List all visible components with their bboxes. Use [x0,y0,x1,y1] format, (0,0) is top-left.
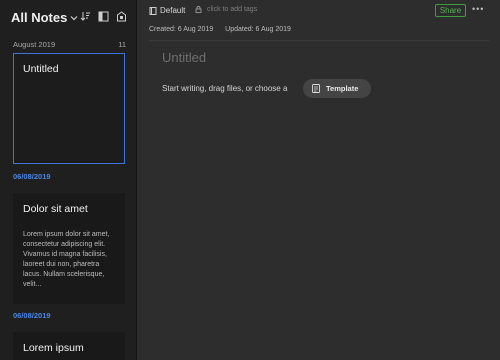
more-options-button[interactable]: ••• [472,4,484,14]
template-icon [312,84,320,93]
editor-hint: Start writing, drag files, or choose a [162,84,288,93]
note-card[interactable]: Dolor sit amet Lorem ipsum dolor sit ame… [13,193,125,304]
note-card-title: Dolor sit amet [23,203,88,215]
sidebar-title: All Notes [11,10,68,25]
notebook-name: Default [160,6,186,15]
note-card-selected[interactable]: Untitled [13,53,125,164]
note-date-label: 06/08/2019 [13,172,51,181]
editor-toolbar: Default click to add tags Share ••• [138,0,500,20]
created-date: Created: 6 Aug 2019 [149,26,214,33]
notebook-icon [149,6,157,15]
month-label: August 2019 [13,40,56,49]
note-card-snippet: Lorem ipsum dolor sit amet, consectetur … [23,231,110,288]
note-card-title: Untitled [23,63,59,75]
notes-filter-dropdown[interactable]: All Notes [11,10,78,25]
sort-icon[interactable] [80,10,91,22]
updated-date: Updated: 6 Aug 2019 [225,26,291,33]
tags-field[interactable]: click to add tags [195,6,257,13]
note-editor: Default click to add tags Share ••• Crea… [138,0,500,360]
note-card[interactable]: Lorem ipsum [13,332,125,360]
tags-placeholder: click to add tags [207,6,258,13]
divider [149,40,489,41]
note-date-label: 06/08/2019 [13,311,51,320]
notebook-selector[interactable]: Default [149,6,185,15]
lock-icon [195,6,202,13]
share-button[interactable]: Share [435,4,466,17]
template-button[interactable]: Template [303,79,371,98]
note-dates: Created: 6 Aug 2019 Updated: 6 Aug 2019 [149,26,301,33]
view-toggle-icon[interactable] [98,10,109,22]
note-count: 11 [118,40,126,49]
chevron-down-icon [70,15,78,20]
month-group-header: August 2019 11 [0,40,137,52]
shortcuts-icon[interactable] [116,10,127,22]
notes-sidebar: All Notes August 2019 11 Untitled 06/08/… [0,0,137,360]
template-label: Template [326,84,359,93]
sidebar-header: All Notes [0,0,137,36]
note-card-title: Lorem ipsum [23,342,84,354]
note-title-input[interactable]: Untitled [162,50,206,65]
